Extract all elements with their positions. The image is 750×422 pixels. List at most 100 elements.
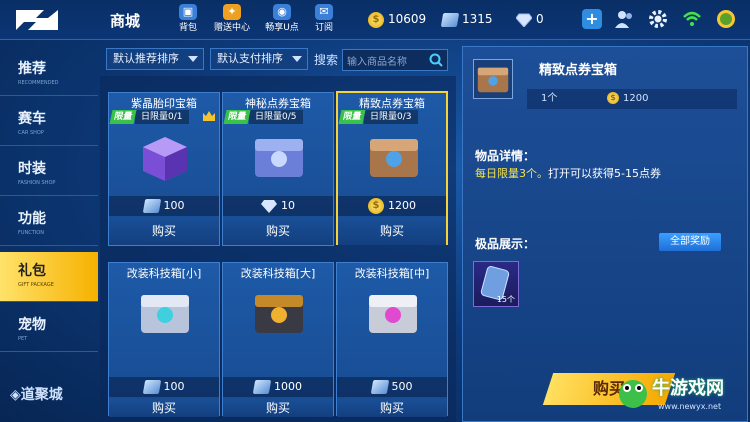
item-card-mod-box-small[interactable]: 改装科技箱[小] 100 购买 [108,262,220,417]
item-detail-panel: 精致点券宝箱 1个 $1200 物品详情： 每日限量3个。打开可以获得5-15点… [462,46,748,422]
selected-item-price: $1200 [607,89,648,109]
category-sidebar: 推荐 RECOMMENDED 赛车 CAR SHOP 时装 FASHION SH… [0,42,98,422]
backpack-button[interactable]: ▣ 背包 [166,4,210,36]
item-price: 100 [163,380,185,393]
sidebar-item-function[interactable]: 功能 FUNCTION [0,200,98,246]
chevron-down-icon [292,56,302,62]
ticket-icon [252,380,272,394]
coin-icon: $ [368,11,384,28]
crown-icon [203,111,215,121]
price-bar: 500 [337,377,447,397]
subscribe-button[interactable]: ✉ 订阅 [302,4,346,36]
search-box [342,49,448,73]
add-currency-button[interactable]: + [582,9,602,29]
item-card-mystery-ticket-box[interactable]: 神秘点券宝箱 限量 日限量0/5 10 购买 [222,92,334,246]
selected-item-thumbnail [473,59,513,99]
item-card-purple-crystal-box[interactable]: 紫晶胎印宝箱 限量 日限量0/1 100 购买 [108,92,220,246]
coin-balance: $10609 [368,9,426,29]
limit-tag: 限量 [338,110,366,124]
gift-center-button[interactable]: ✦ 赠送中心 [210,4,254,36]
u-points-label: 畅享U点 [265,23,299,33]
buy-button[interactable]: 购买 [109,399,219,417]
friends-icon[interactable] [614,9,634,29]
sidebar-item-sublabel: PET [18,336,28,342]
sidebar-item-label: 礼包 [18,263,46,279]
search-icon[interactable] [429,53,443,67]
silver-tech-box-icon [141,295,189,333]
subscribe-icon: ✉ [315,4,333,20]
prize-ticket-item[interactable]: 15个 [473,261,519,307]
daojucheng-label: 道聚城 [20,387,63,403]
page-title: 商城 [110,12,141,30]
ticket-balance: 1315 [440,9,493,29]
buy-button[interactable]: 购买 [109,217,219,245]
selected-item-quantity-price: 1个 $1200 [527,89,737,109]
item-name: 神秘点券宝箱 [245,97,311,110]
sidebar-item-pet[interactable]: 宠物 PET [0,306,98,352]
prize-count: 15个 [496,295,515,304]
backpack-label: 背包 [178,23,197,33]
buy-button[interactable]: 购买 [338,217,446,245]
avatar[interactable] [716,9,736,29]
daojucheng-logo-icon: ◈ [10,387,21,403]
recommend-sort-value: 默认推荐排序 [113,52,179,65]
limit-count: 日限量0/1 [135,110,189,124]
gold-tech-box-icon [255,295,303,333]
item-price: 1200 [388,199,416,212]
item-price: 100 [163,199,185,212]
daojucheng-brand[interactable]: ◈道聚城 [10,384,63,404]
chevron-down-icon [188,56,198,62]
sidebar-item-sublabel: CAR SHOP [18,130,44,136]
item-card-fine-ticket-box[interactable]: 精致点券宝箱 限量 日限量0/3 $1200 购买 [336,91,448,245]
payment-sort-dropdown[interactable]: 默认支付排序 [210,48,308,70]
item-card-mod-box-large[interactable]: 改装科技箱[大] 1000 购买 [222,262,334,417]
sidebar-item-label: 功能 [18,211,46,227]
u-points-button[interactable]: ◉ 畅享U点 [260,4,304,36]
buy-button[interactable]: 购买 [223,217,333,245]
watermark-name: 牛游戏网 [652,378,724,399]
item-details-title: 物品详情： [475,149,536,163]
price-bar: $1200 [338,196,446,216]
buy-button[interactable]: 购买 [223,399,333,417]
sidebar-item-recommend[interactable]: 推荐 RECOMMENDED [0,50,98,96]
ticket-icon [370,380,389,394]
gift-center-icon: ✦ [223,4,241,20]
buy-button[interactable]: 购买 [337,399,447,417]
gift-center-label: 赠送中心 [213,23,250,33]
sidebar-item-fashion[interactable]: 时装 FASHION SHOP [0,150,98,196]
price-bar: 100 [109,377,219,397]
item-card-mod-box-medium[interactable]: 改装科技箱[中] 500 购买 [336,262,448,417]
item-name: 改装科技箱[大] [240,267,316,280]
settings-gear-icon[interactable] [648,9,668,29]
backpack-icon: ▣ [179,4,197,20]
coin-icon: $ [368,198,384,214]
recommend-sort-dropdown[interactable]: 默认推荐排序 [106,48,204,70]
search-input[interactable] [343,52,427,73]
selected-item-qty: 1个 [541,93,558,104]
price-bar: 100 [109,196,219,216]
subscribe-label: 订阅 [314,23,333,33]
sidebar-item-label: 推荐 [18,61,46,77]
price-bar: 1000 [223,377,333,397]
sidebar-item-gift-package[interactable]: 礼包 GIFT PACKAGE [0,252,98,302]
item-name: 改装科技箱[中] [354,267,430,280]
diamond-icon [261,200,277,213]
limit-count: 日限量0/3 [364,110,418,124]
diamond-icon [516,13,532,27]
item-price: 1000 [274,380,302,393]
mystery-box-icon [255,139,303,177]
u-points-icon: ◉ [273,4,291,20]
limit-tag: 限量 [109,110,137,124]
sidebar-item-cars[interactable]: 赛车 CAR SHOP [0,100,98,146]
item-name: 紫晶胎印宝箱 [131,97,197,110]
all-rewards-button[interactable]: 全部奖励 [659,233,721,251]
payment-sort-value: 默认支付排序 [217,52,283,65]
selected-item-price-value: 1200 [623,93,649,104]
pink-tech-box-icon [369,295,417,333]
item-price: 500 [391,380,413,393]
ticket-icon [142,199,161,213]
plus-icon: + [585,9,599,28]
sidebar-item-label: 赛车 [18,111,46,127]
description-highlight: 每日限量3个。 [475,167,548,180]
price-bar: 10 [223,196,333,216]
